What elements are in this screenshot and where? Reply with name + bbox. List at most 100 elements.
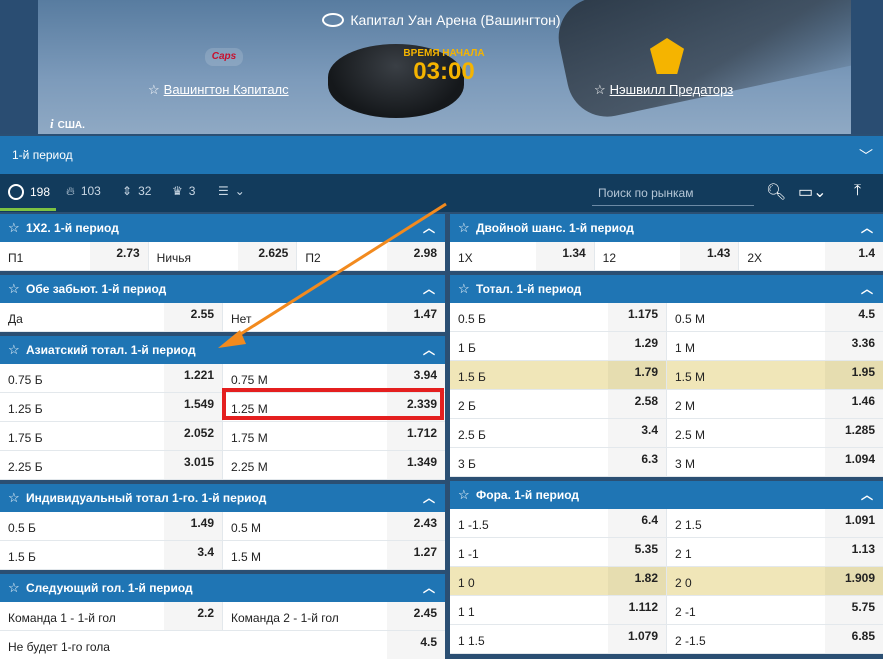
outcome-odds[interactable]: 3.015 xyxy=(164,451,222,479)
outcome-odds[interactable]: 4.5 xyxy=(825,303,883,331)
outcome-odds[interactable]: 1.091 xyxy=(825,509,883,537)
view-list-toggle[interactable]: ☰ ⌄ xyxy=(218,184,245,198)
outcome-odds[interactable]: 1.079 xyxy=(608,625,666,653)
outcome-odds[interactable]: 1.13 xyxy=(825,538,883,566)
outcome-odds[interactable]: 6.4 xyxy=(608,509,666,537)
outcome-odds[interactable]: 3.4 xyxy=(164,541,222,569)
bet-outcome[interactable]: 12 1.43 xyxy=(595,242,740,270)
country-info[interactable]: i США. xyxy=(50,116,85,132)
bet-outcome[interactable]: 2.5 Б 3.4 xyxy=(450,419,667,447)
bet-outcome[interactable]: 2 0 1.909 xyxy=(667,567,883,595)
outcome-odds[interactable]: 4.5 xyxy=(387,631,445,659)
market-header[interactable]: ☆ Двойной шанс. 1-й период ︿ xyxy=(450,214,883,242)
bet-outcome[interactable]: 3 М 1.094 xyxy=(667,448,883,476)
bet-outcome[interactable]: Ничья 2.625 xyxy=(149,242,298,270)
outcome-odds[interactable]: 6.85 xyxy=(825,625,883,653)
bet-outcome[interactable]: 1.75 М 1.712 xyxy=(223,422,445,450)
bet-outcome[interactable]: 1.5 Б 1.79 xyxy=(450,361,667,389)
outcome-odds[interactable]: 5.75 xyxy=(825,596,883,624)
favorite-star-icon[interactable]: ☆ xyxy=(458,214,470,242)
outcome-odds[interactable]: 2.55 xyxy=(164,303,222,331)
outcome-odds[interactable]: 1.34 xyxy=(535,242,594,270)
favorite-star-icon[interactable]: ☆ xyxy=(458,275,470,303)
bet-outcome[interactable]: 2 Б 2.58 xyxy=(450,390,667,418)
outcome-odds[interactable]: 1.094 xyxy=(825,448,883,476)
market-header[interactable]: ☆ Индивидуальный тотал 1-го. 1-й период ︿ xyxy=(0,484,445,512)
scroll-top-icon[interactable]: ⤒ xyxy=(854,182,861,200)
collapse-chevron-icon[interactable]: ︿ xyxy=(861,481,873,509)
collapse-chevron-icon[interactable]: ︿ xyxy=(423,214,435,242)
outcome-odds[interactable]: 2.58 xyxy=(608,390,666,418)
bet-outcome[interactable]: 1.25 М 2.339 xyxy=(223,393,445,421)
bet-outcome[interactable]: 0.5 М 2.43 xyxy=(223,512,445,540)
filter-hot[interactable]: 🔥︎ 103 xyxy=(66,184,101,199)
bet-outcome[interactable]: Нет 1.47 xyxy=(223,303,445,331)
bet-outcome[interactable]: 1.5 Б 3.4 xyxy=(0,541,223,569)
bet-outcome[interactable]: 2 1.5 1.091 xyxy=(667,509,883,537)
favorite-star-icon[interactable]: ☆ xyxy=(8,214,20,242)
bet-outcome[interactable]: 1.5 М 1.95 xyxy=(667,361,883,389)
outcome-odds[interactable]: 2.45 xyxy=(387,602,445,630)
outcome-odds[interactable]: 1.549 xyxy=(164,393,222,421)
filter-updown[interactable]: ⇕ 32 xyxy=(122,184,151,198)
bet-outcome[interactable]: 2 М 1.46 xyxy=(667,390,883,418)
outcome-odds[interactable]: 3.36 xyxy=(825,332,883,360)
bet-outcome[interactable]: 2Х 1.4 xyxy=(739,242,883,270)
favorite-star-icon[interactable]: ☆ xyxy=(8,336,20,364)
favorite-star-icon[interactable]: ☆ xyxy=(8,275,20,303)
bet-outcome[interactable]: 1 Б 1.29 xyxy=(450,332,667,360)
collapse-chevron-icon[interactable]: ︿ xyxy=(423,574,435,602)
outcome-odds[interactable]: 5.35 xyxy=(608,538,666,566)
columns-icon[interactable]: ▭⌄ xyxy=(798,182,827,202)
bet-outcome[interactable]: 0.5 М 4.5 xyxy=(667,303,883,331)
outcome-odds[interactable]: 1.221 xyxy=(164,364,222,392)
bet-outcome[interactable]: 0.5 Б 1.175 xyxy=(450,303,667,331)
outcome-odds[interactable]: 1.285 xyxy=(825,419,883,447)
bet-outcome[interactable]: 2 1 1.13 xyxy=(667,538,883,566)
market-header[interactable]: ☆ Следующий гол. 1-й период ︿ xyxy=(0,574,445,602)
bet-outcome[interactable]: Не будет 1-го гола 4.5 xyxy=(0,631,445,659)
outcome-odds[interactable]: 1.712 xyxy=(387,422,445,450)
collapse-chevron-icon[interactable]: ︿ xyxy=(423,484,435,512)
bet-outcome[interactable]: 3 Б 6.3 xyxy=(450,448,667,476)
collapse-chevron-icon[interactable]: ︿ xyxy=(861,275,873,303)
bet-outcome[interactable]: 1.25 Б 1.549 xyxy=(0,393,223,421)
market-header[interactable]: ☆ 1Х2. 1-й период ︿ xyxy=(0,214,445,242)
bet-outcome[interactable]: 2 -1 5.75 xyxy=(667,596,883,624)
filter-cup[interactable]: ♛ 3 xyxy=(172,184,195,198)
outcome-odds[interactable]: 1.112 xyxy=(608,596,666,624)
favorite-star-icon[interactable]: ☆ xyxy=(594,82,606,98)
bet-outcome[interactable]: 1 -1.5 6.4 xyxy=(450,509,667,537)
bet-outcome[interactable]: 0.75 Б 1.221 xyxy=(0,364,223,392)
outcome-odds[interactable]: 2.43 xyxy=(387,512,445,540)
outcome-odds[interactable]: 3.4 xyxy=(608,419,666,447)
outcome-odds[interactable]: 1.29 xyxy=(608,332,666,360)
outcome-odds[interactable]: 1.27 xyxy=(387,541,445,569)
bet-outcome[interactable]: 1 1.5 1.079 xyxy=(450,625,667,653)
collapse-chevron-icon[interactable]: ︿ xyxy=(423,275,435,303)
bet-outcome[interactable]: 1 М 3.36 xyxy=(667,332,883,360)
market-header[interactable]: ☆ Фора. 1-й период ︿ xyxy=(450,481,883,509)
outcome-odds[interactable]: 1.909 xyxy=(825,567,883,595)
bet-outcome[interactable]: 2.25 Б 3.015 xyxy=(0,451,223,479)
bet-outcome[interactable]: 1 -1 5.35 xyxy=(450,538,667,566)
outcome-odds[interactable]: 1.4 xyxy=(825,242,883,270)
market-header[interactable]: ☆ Азиатский тотал. 1-й период ︿ xyxy=(0,336,445,364)
team1-link[interactable]: ☆ Вашингтон Кэпиталс xyxy=(148,82,289,98)
team2-link[interactable]: ☆ Нэшвилл Предаторз xyxy=(594,82,733,98)
search-icon[interactable]: 🔍︎ xyxy=(766,182,786,202)
bet-outcome[interactable]: 2.25 М 1.349 xyxy=(223,451,445,479)
filter-all[interactable]: 198 xyxy=(8,184,50,200)
bet-outcome[interactable]: 0.5 Б 1.49 xyxy=(0,512,223,540)
outcome-odds[interactable]: 2.052 xyxy=(164,422,222,450)
bet-outcome[interactable]: 1Х 1.34 xyxy=(450,242,595,270)
outcome-odds[interactable]: 1.349 xyxy=(387,451,445,479)
bet-outcome[interactable]: Команда 2 - 1-й гол 2.45 xyxy=(223,602,445,630)
market-header[interactable]: ☆ Тотал. 1-й период ︿ xyxy=(450,275,883,303)
market-header[interactable]: ☆ Обе забьют. 1-й период ︿ xyxy=(0,275,445,303)
bet-outcome[interactable]: 2.5 М 1.285 xyxy=(667,419,883,447)
outcome-odds[interactable]: 2.339 xyxy=(387,393,445,421)
collapse-chevron-icon[interactable]: ︿ xyxy=(861,214,873,242)
outcome-odds[interactable]: 2.2 xyxy=(164,602,222,630)
favorite-star-icon[interactable]: ☆ xyxy=(458,481,470,509)
